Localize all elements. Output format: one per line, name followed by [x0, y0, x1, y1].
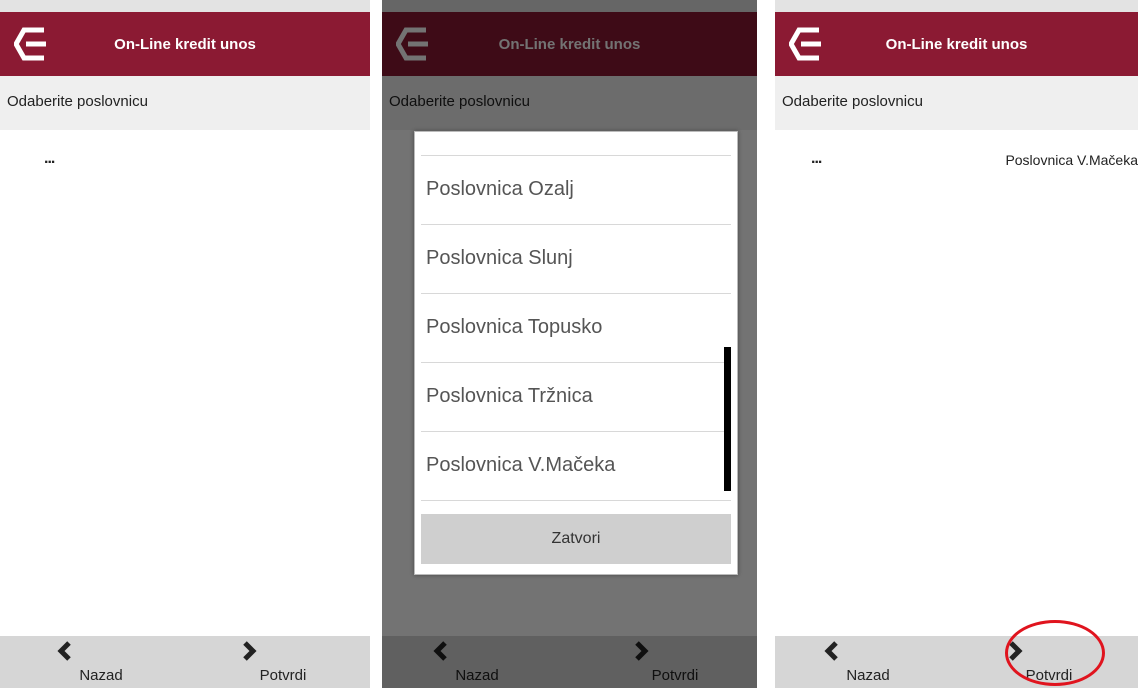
- branch-section-header: Odaberite poslovnicu: [0, 76, 370, 130]
- branch-picker-button[interactable]: ...: [44, 150, 55, 168]
- selected-branch-value: Poslovnica V.Mačeka: [1005, 152, 1138, 168]
- chevron-left-icon: [57, 641, 71, 661]
- back-button[interactable]: Nazad: [56, 636, 146, 688]
- confirm-button[interactable]: Potvrdi: [238, 636, 328, 688]
- list-item[interactable]: Poslovnica Tržnica: [421, 363, 731, 432]
- branch-section-header: Odaberite poslovnicu: [775, 76, 1138, 130]
- list-item[interactable]: [421, 140, 731, 156]
- chevron-right-icon: [243, 641, 257, 661]
- status-bar: [775, 0, 1138, 12]
- scrollbar[interactable]: [724, 347, 731, 491]
- list-item[interactable]: Poslovnica Slunj: [421, 225, 731, 294]
- list-item[interactable]: Poslovnica Ozalj: [421, 156, 731, 225]
- list-item[interactable]: Poslovnica V.Mačeka: [421, 432, 731, 501]
- screen-2: On-Line kredit unos Odaberite poslovnicu…: [382, 0, 757, 688]
- chevron-left-icon: [824, 641, 838, 661]
- branch-section-label: Odaberite poslovnicu: [7, 93, 148, 110]
- back-button[interactable]: Nazad: [823, 636, 913, 688]
- back-label: Nazad: [79, 667, 123, 684]
- app-header: On-Line kredit unos: [775, 12, 1138, 76]
- app-header: On-Line kredit unos: [0, 12, 370, 76]
- screen-1: On-Line kredit unos Odaberite poslovnicu…: [0, 0, 370, 688]
- confirm-label: Potvrdi: [259, 667, 307, 684]
- branch-list[interactable]: Poslovnica Ozalj Poslovnica Slunj Poslov…: [421, 140, 731, 515]
- back-label: Nazad: [846, 667, 890, 684]
- list-item[interactable]: Poslovnica Topusko: [421, 294, 731, 363]
- branch-picker-dialog: Poslovnica Ozalj Poslovnica Slunj Poslov…: [414, 131, 738, 575]
- highlight-circle: [1005, 620, 1105, 686]
- branch-section-label: Odaberite poslovnicu: [782, 93, 923, 110]
- page-title: On-Line kredit unos: [885, 36, 1028, 53]
- branch-picker-button[interactable]: ...: [811, 150, 822, 168]
- page-title: On-Line kredit unos: [114, 36, 256, 53]
- bottom-nav: Nazad Potvrdi: [0, 636, 370, 688]
- screen-3: On-Line kredit unos Odaberite poslovnicu…: [775, 0, 1138, 688]
- status-bar: [0, 0, 370, 12]
- close-button[interactable]: Zatvori: [421, 514, 731, 564]
